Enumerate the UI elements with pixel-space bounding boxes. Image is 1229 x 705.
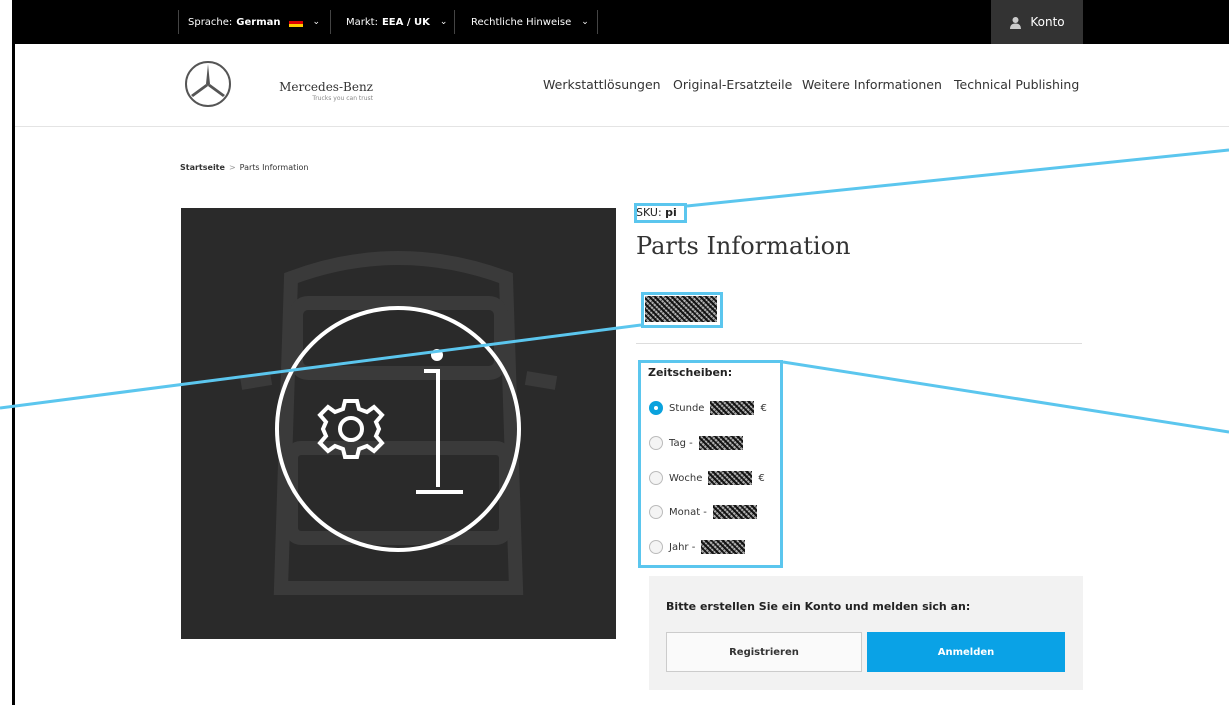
annotation-line [782, 360, 1229, 434]
annotation-lines [0, 148, 1229, 434]
annotation-line [686, 148, 1229, 208]
annotation-line [0, 323, 642, 410]
